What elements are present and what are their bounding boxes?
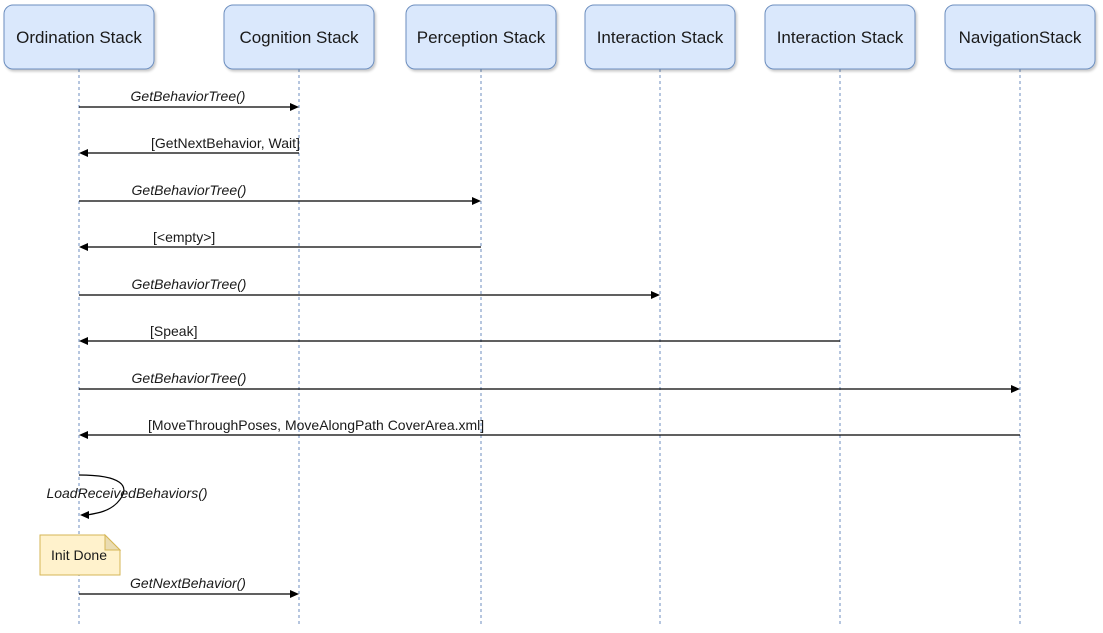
note-fold-icon <box>104 533 122 551</box>
message-call[interactable]: GetNextBehavior() <box>79 575 299 598</box>
message-reply[interactable]: [Speak] <box>79 323 840 345</box>
message-call[interactable]: GetBehaviorTree() <box>79 370 1020 393</box>
message-call[interactable]: GetBehaviorTree() <box>79 276 660 299</box>
message-label: GetNextBehavior() <box>130 575 246 591</box>
note-init-done: Init Done <box>39 533 122 576</box>
message-reply[interactable]: [GetNextBehavior, Wait] <box>79 135 300 157</box>
arrowhead-icon <box>1011 385 1020 393</box>
participant-label: NavigationStack <box>959 28 1082 47</box>
arrowhead-icon <box>290 590 299 598</box>
participant-label: Perception Stack <box>417 28 546 47</box>
participant-label: Cognition Stack <box>239 28 359 47</box>
note-label: Init Done <box>51 547 107 563</box>
message-label: [<empty>] <box>153 229 215 245</box>
message-label: LoadReceivedBehaviors() <box>46 485 207 501</box>
arrowhead-icon <box>79 337 88 345</box>
sequence-diagram: Ordination Stack Cognition Stack Perceptio… <box>3 4 1096 626</box>
arrowhead-icon <box>79 149 88 157</box>
arrowhead-icon <box>79 243 88 251</box>
message-label: [GetNextBehavior, Wait] <box>151 135 300 151</box>
arrowhead-icon <box>80 511 89 519</box>
arrowhead-icon <box>472 197 481 205</box>
arrowhead-icon <box>79 431 88 439</box>
message-reply[interactable]: [MoveThroughPoses, MoveAlongPath CoverAr… <box>79 417 1020 439</box>
message-call[interactable]: GetBehaviorTree() <box>79 88 299 111</box>
participant-cognition[interactable]: Cognition Stack <box>223 4 375 70</box>
message-label: GetBehaviorTree() <box>132 276 247 292</box>
message-label: [MoveThroughPoses, MoveAlongPath CoverAr… <box>148 417 484 433</box>
participant-label: Interaction Stack <box>777 28 904 47</box>
arrowhead-icon <box>290 103 299 111</box>
message-call[interactable]: GetBehaviorTree() <box>79 182 481 205</box>
participant-ordination[interactable]: Ordination Stack <box>3 4 155 70</box>
participant-interaction2[interactable]: Interaction Stack <box>764 4 916 70</box>
message-label: GetBehaviorTree() <box>131 88 246 104</box>
arrowhead-icon <box>651 291 660 299</box>
message-label: GetBehaviorTree() <box>132 182 247 198</box>
participant-perception[interactable]: Perception Stack <box>405 4 557 70</box>
message-reply[interactable]: [<empty>] <box>79 229 481 251</box>
message-label: [Speak] <box>150 323 197 339</box>
participant-navigation[interactable]: NavigationStack <box>944 4 1096 70</box>
participant-interaction1[interactable]: Interaction Stack <box>584 4 736 70</box>
message-label: GetBehaviorTree() <box>132 370 247 386</box>
participant-label: Interaction Stack <box>597 28 724 47</box>
participant-label: Ordination Stack <box>16 28 142 47</box>
message-self[interactable]: LoadReceivedBehaviors() <box>46 474 208 519</box>
